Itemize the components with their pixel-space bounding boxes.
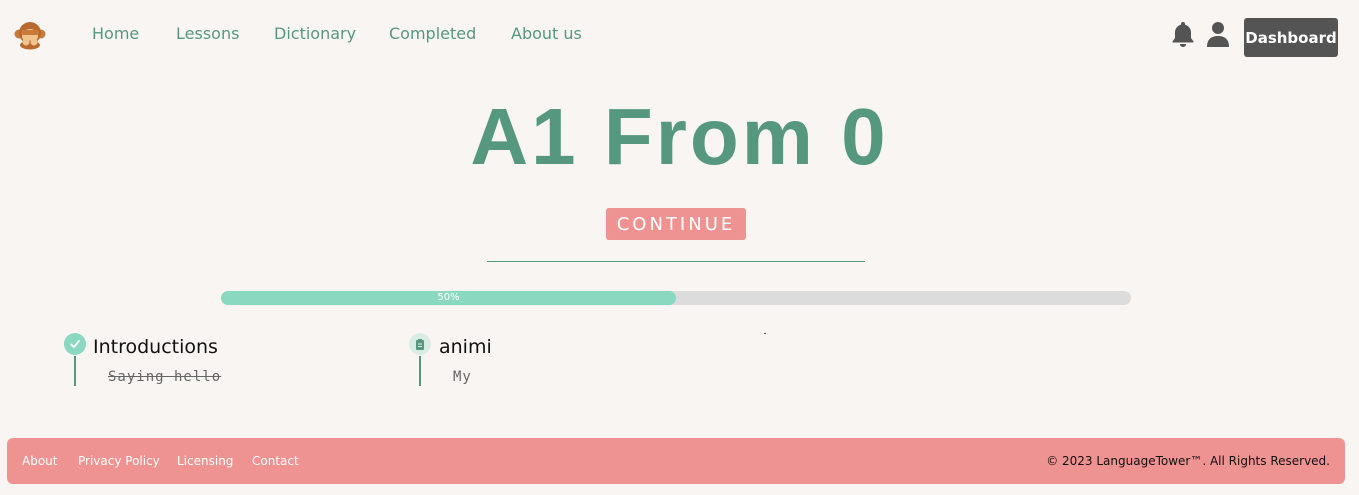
nav-link-lessons[interactable]: Lessons — [176, 24, 239, 43]
footer-link-contact[interactable]: Contact — [252, 454, 299, 468]
clipboard-icon — [409, 333, 431, 355]
bell-icon[interactable] — [1170, 20, 1196, 48]
course-progress-bar: 50% — [221, 291, 1131, 305]
nav-link-home[interactable]: Home — [92, 24, 139, 43]
lesson-connector — [74, 356, 76, 386]
stray-dot — [764, 333, 766, 334]
dashboard-button[interactable]: Dashboard — [1244, 18, 1338, 57]
footer: About Privacy Policy Licensing Contact ©… — [7, 438, 1345, 484]
lesson-title[interactable]: animi — [439, 336, 492, 358]
nav-link-completed[interactable]: Completed — [389, 24, 476, 43]
lesson-connector — [419, 356, 421, 386]
monkey-icon[interactable] — [14, 20, 46, 50]
footer-link-about[interactable]: About — [22, 454, 57, 468]
course-title: A1 From 0 — [470, 92, 889, 181]
user-icon[interactable] — [1206, 21, 1230, 47]
nav-link-dictionary[interactable]: Dictionary — [274, 24, 356, 43]
copyright-text: © 2023 LanguageTower™. All Rights Reserv… — [1046, 454, 1330, 468]
lesson-subtitle[interactable]: Saying hello — [108, 369, 221, 385]
check-icon — [64, 333, 86, 355]
progress-label: 50% — [437, 292, 460, 303]
footer-link-privacy-policy[interactable]: Privacy Policy — [78, 454, 160, 468]
top-navbar: Home Lessons Dictionary Completed About … — [0, 0, 1359, 70]
nav-link-about-us[interactable]: About us — [511, 24, 582, 43]
divider — [487, 261, 865, 262]
footer-link-licensing[interactable]: Licensing — [177, 454, 233, 468]
lesson-subtitle[interactable]: My — [453, 369, 472, 385]
continue-button[interactable]: CONTINUE — [606, 208, 746, 240]
lesson-title[interactable]: Introductions — [93, 336, 218, 358]
